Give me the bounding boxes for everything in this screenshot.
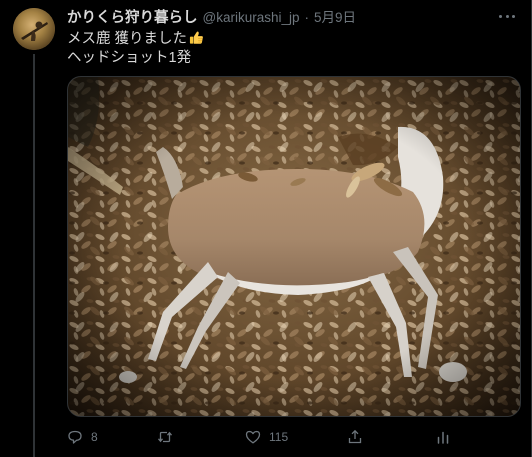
tweet-text-line-2: ヘッドショット1発 xyxy=(67,50,192,66)
retweet-button[interactable] xyxy=(157,427,181,447)
avatar[interactable] xyxy=(13,8,55,50)
display-name[interactable]: かりくら狩り暮らし xyxy=(67,9,198,27)
reply-icon xyxy=(68,430,82,444)
analytics-button[interactable] xyxy=(435,427,451,447)
user-handle[interactable]: @karikurashi_jp xyxy=(203,9,300,27)
tweet-header: かりくら狩り暮らし @karikurashi_jp · 5月9日 xyxy=(67,9,356,27)
more-options-icon[interactable] xyxy=(497,8,517,24)
thread-line xyxy=(33,54,35,457)
thumbs-up-icon xyxy=(189,31,203,44)
reply-button[interactable]: 8 xyxy=(67,427,98,447)
share-button[interactable] xyxy=(347,427,363,447)
reply-count: 8 xyxy=(91,430,98,444)
tweet-photo[interactable] xyxy=(67,76,521,417)
separator-dot: · xyxy=(304,10,310,25)
tweet-text-line-1: メス鹿 獲りました xyxy=(67,30,204,49)
heart-icon xyxy=(245,430,261,444)
retweet-icon xyxy=(158,431,172,443)
like-count: 115 xyxy=(269,430,289,444)
tweet-date[interactable]: 5月9日 xyxy=(314,9,356,27)
avatar-image xyxy=(13,8,55,50)
share-icon xyxy=(348,429,362,444)
tweet-text-line-1-content: メス鹿 獲りました xyxy=(67,31,188,47)
tweet-text: メス鹿 獲りました ヘッドショット1発 xyxy=(67,30,204,68)
like-button[interactable]: 115 xyxy=(245,427,288,447)
tweet-actions: 8 115 xyxy=(67,427,487,447)
deer-photo-image xyxy=(68,77,520,416)
analytics-icon xyxy=(437,431,449,444)
tweet[interactable]: かりくら狩り暮らし @karikurashi_jp · 5月9日 メス鹿 獲りま… xyxy=(0,0,532,457)
